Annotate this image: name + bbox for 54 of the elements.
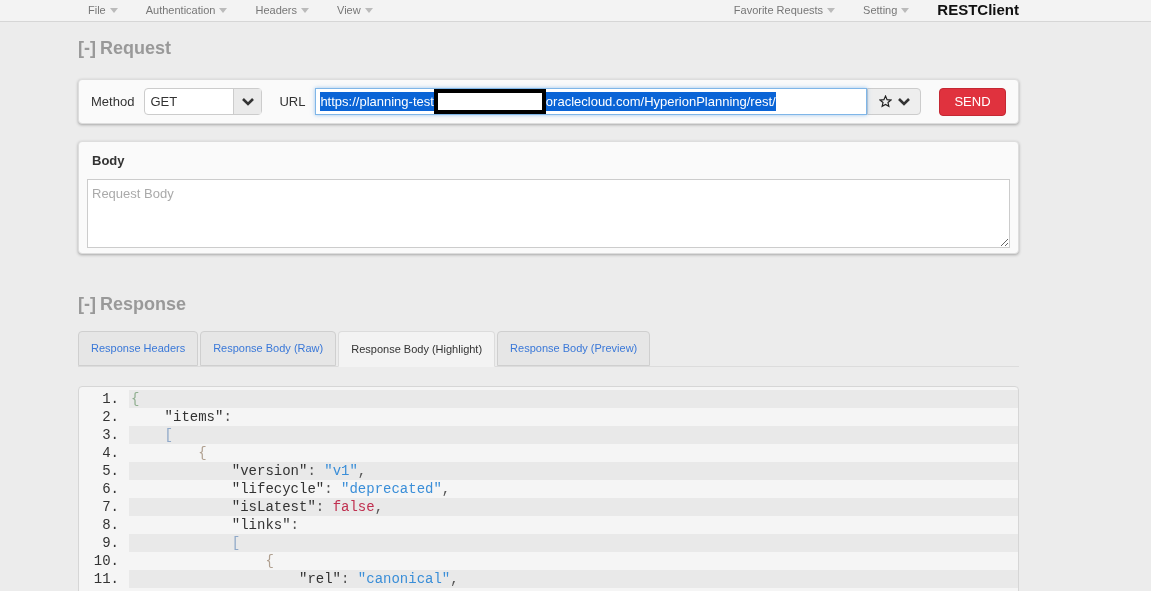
menu-item[interactable]: File	[88, 2, 118, 19]
code-line: "items":	[164, 407, 232, 427]
caret-icon	[301, 8, 310, 13]
line-number: 8.	[101, 515, 120, 535]
collapse-toggle[interactable]: [-]	[78, 35, 96, 62]
code-line: "lifecycle": "deprecated",	[231, 479, 451, 499]
section-title: Request	[100, 37, 171, 60]
request-body-field[interactable]: Request Body	[87, 178, 1010, 248]
code-line: {	[265, 551, 274, 571]
brand-title: RESTClient	[937, 0, 1019, 21]
menu-item[interactable]: View	[337, 2, 373, 19]
body-title: Body	[92, 152, 126, 170]
response-tab[interactable]: Response Headers	[78, 331, 199, 366]
code-line: "isLatest": false,	[231, 497, 384, 517]
menu-item[interactable]: Setting	[863, 2, 910, 19]
line-number: 2.	[101, 407, 120, 427]
code-line: "links":	[231, 515, 299, 535]
line-number: 3.	[101, 425, 120, 445]
line-number: 9.	[101, 533, 120, 553]
url-field[interactable]: https://planning-test oraclecloud.com/HyperionPlanning/rest/	[315, 88, 868, 115]
menu-item[interactable]: Authentication	[145, 2, 228, 19]
section-title: Response	[100, 293, 186, 316]
line-number: 4.	[101, 443, 120, 463]
method-label: Method	[91, 92, 135, 111]
code-line: [	[231, 533, 241, 553]
favorite-dropdown[interactable]	[867, 88, 922, 115]
line-number: 1.	[101, 389, 120, 409]
url-label: URL	[279, 92, 306, 111]
caret-icon	[901, 8, 910, 13]
collapse-toggle[interactable]: [-]	[78, 291, 96, 318]
caret-icon	[364, 8, 373, 13]
chevron-down-icon	[241, 97, 254, 106]
code-line: {	[131, 389, 140, 409]
code-line: "rel": "canonical",	[299, 569, 459, 589]
code-line: "version": "v1",	[231, 461, 367, 481]
method-select[interactable]: GET	[144, 88, 263, 115]
line-number: 7.	[101, 497, 120, 517]
line-number: 5.	[101, 461, 120, 481]
menu-item[interactable]: Favorite Requests	[733, 2, 836, 19]
caret-icon	[827, 8, 836, 13]
response-tab[interactable]: Response Body (Highlight)	[338, 331, 496, 367]
line-number: 10.	[92, 551, 120, 571]
response-tab[interactable]: Response Body (Raw)	[200, 331, 337, 366]
caret-icon	[109, 8, 118, 13]
code-line: [	[164, 425, 173, 445]
chevron-down-icon	[897, 97, 910, 106]
star-icon	[878, 95, 892, 108]
line-number: 6.	[101, 479, 120, 499]
line-number: 11.	[92, 569, 120, 589]
send-button[interactable]: SEND	[939, 87, 1006, 116]
code-line: {	[198, 443, 207, 463]
caret-icon	[219, 8, 228, 13]
response-tab[interactable]: Response Body (Preview)	[497, 331, 651, 366]
menu-item[interactable]: Headers	[255, 2, 310, 19]
